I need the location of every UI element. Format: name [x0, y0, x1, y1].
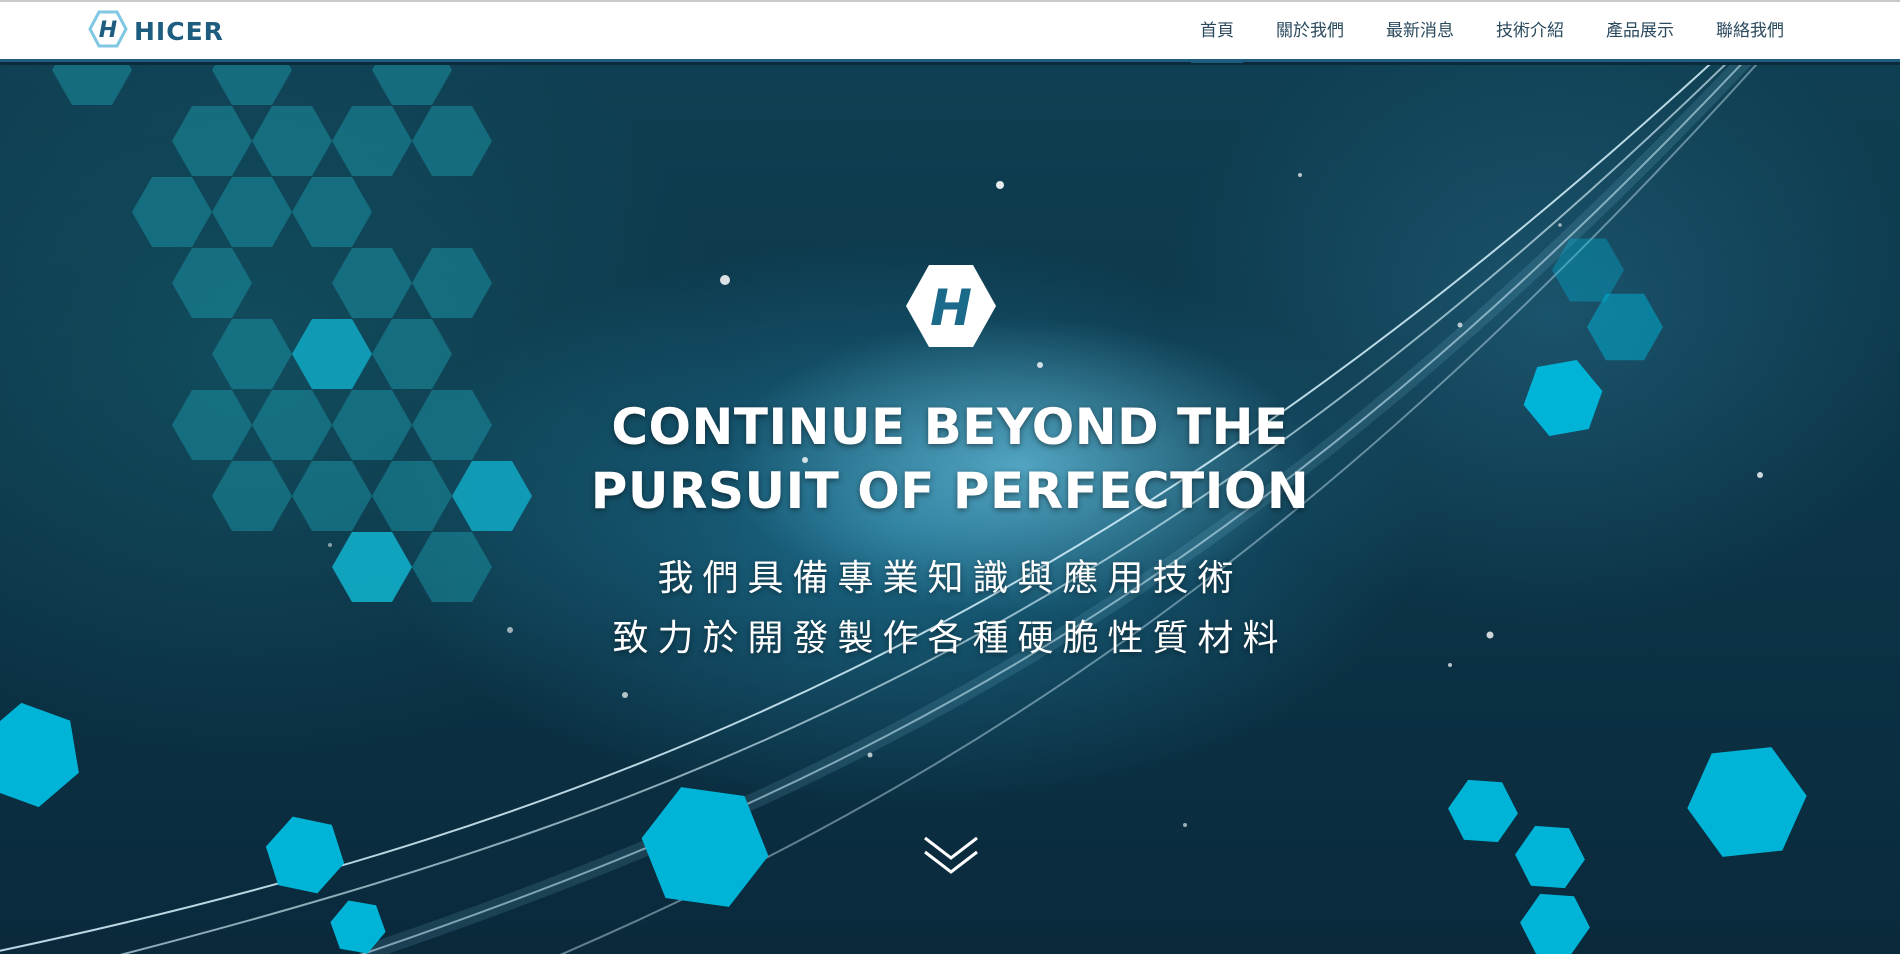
- nav-item-home[interactable]: 首頁: [1179, 2, 1255, 63]
- hexagon-h-logo-icon: H: [903, 261, 999, 356]
- nav-item-products[interactable]: 產品展示: [1585, 2, 1695, 62]
- svg-text:H: H: [99, 18, 117, 43]
- hero-subtitle-line-1: 我們具備專業知識與應用技術: [657, 558, 1243, 599]
- nav-item-about[interactable]: 關於我們: [1255, 2, 1365, 62]
- navbar: H HICER 首頁 關於我們 最新消息 技術介紹 產品展示 聯絡我們: [0, 2, 1900, 63]
- nav-item-news[interactable]: 最新消息: [1365, 2, 1475, 62]
- hero-subtitle-line-2: 致力於開發製作各種硬脆性質材料: [612, 618, 1288, 659]
- hero-title-line-1: CONTINUE BEYOND THE: [611, 398, 1289, 456]
- main-menu: 首頁 關於我們 最新消息 技術介紹 產品展示 聯絡我們: [1179, 2, 1805, 63]
- double-chevron-down-icon[interactable]: [921, 834, 981, 885]
- hexagon-h-logo-icon: H: [88, 9, 128, 54]
- hero-title-line-2: PURSUIT OF PERFECTION: [590, 462, 1310, 520]
- hero-banner: H CONTINUE BEYOND THE PURSUIT OF PERFECT…: [0, 65, 1900, 954]
- hero-content: H CONTINUE BEYOND THE PURSUIT OF PERFECT…: [0, 65, 1900, 954]
- hero-title: CONTINUE BEYOND THE PURSUIT OF PERFECTIO…: [0, 395, 1900, 523]
- brand-name: HICER: [134, 17, 224, 46]
- nav-item-technology[interactable]: 技術介紹: [1475, 2, 1585, 62]
- nav-item-contact[interactable]: 聯絡我們: [1695, 2, 1805, 62]
- svg-text:H: H: [930, 279, 972, 337]
- brand-logo[interactable]: H HICER: [88, 9, 224, 54]
